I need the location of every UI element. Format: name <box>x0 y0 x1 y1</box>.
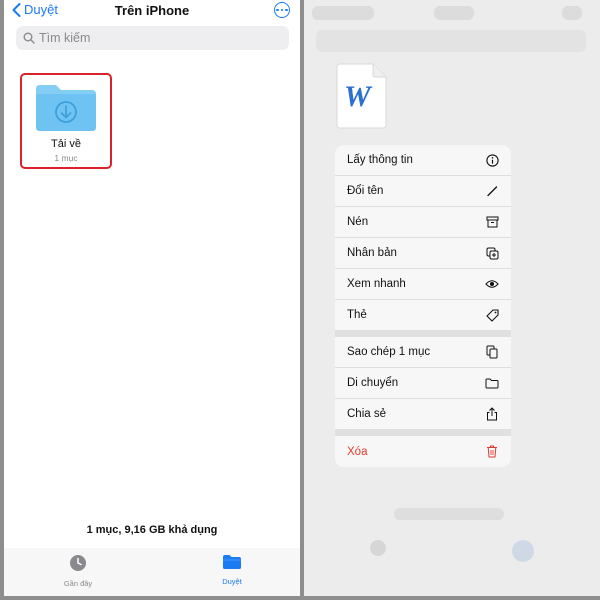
info-icon <box>485 153 499 167</box>
search-bar[interactable] <box>16 26 289 50</box>
search-icon <box>23 32 35 44</box>
menu-item-duplicate[interactable]: Nhân bản <box>335 238 511 269</box>
more-options-button[interactable] <box>274 2 290 18</box>
files-browser-screen: Duyệt Trên iPhone Tải về 1 mục 1 mục, 9,… <box>4 0 300 596</box>
menu-item-delete[interactable]: Xóa <box>335 436 511 467</box>
menu-item-quick-look[interactable]: Xem nhanh <box>335 269 511 300</box>
tab-bar: Gần đây Duyệt <box>4 548 300 596</box>
word-document-icon: W <box>336 63 387 129</box>
menu-item-tags[interactable]: Thẻ <box>335 300 511 331</box>
ellipsis-icon <box>276 8 279 12</box>
folder-downloads[interactable]: Tải về 1 mục <box>20 73 112 169</box>
menu-item-compress[interactable]: Nén <box>335 207 511 238</box>
search-input[interactable] <box>39 31 269 45</box>
copy-icon <box>485 345 499 359</box>
svg-text:W: W <box>344 80 373 113</box>
page-title: Trên iPhone <box>114 3 190 18</box>
tab-browse[interactable]: Duyệt <box>192 554 272 586</box>
menu-item-rename[interactable]: Đổi tên <box>335 176 511 207</box>
context-menu-screen: W Lấy thông tin Đổi tên Nén Nhân bản Xem… <box>304 0 600 596</box>
archive-icon <box>485 215 499 229</box>
folder-name: Tải về <box>51 138 81 150</box>
pencil-icon <box>485 184 499 198</box>
tab-recent[interactable]: Gần đây <box>38 554 118 588</box>
share-icon <box>485 407 499 421</box>
menu-item-move[interactable]: Di chuyển <box>335 368 511 399</box>
folder-icon <box>485 376 499 390</box>
tab-browse-label: Duyệt <box>222 577 242 586</box>
blurred-background <box>312 6 374 20</box>
navigation-bar: Duyệt Trên iPhone <box>4 0 300 22</box>
folder-item-count: 1 mục <box>54 153 78 163</box>
menu-item-share[interactable]: Chia sẻ <box>335 399 511 430</box>
trash-icon <box>485 445 499 459</box>
context-menu: Lấy thông tin Đổi tên Nén Nhân bản Xem n… <box>335 145 511 467</box>
folder-fill-icon <box>223 555 241 569</box>
download-folder-icon <box>36 85 96 131</box>
menu-item-get-info[interactable]: Lấy thông tin <box>335 145 511 176</box>
eye-icon <box>485 277 499 291</box>
menu-item-copy[interactable]: Sao chép 1 mục <box>335 337 511 368</box>
storage-summary: 1 mục, 9,16 GB khả dụng <box>86 524 218 536</box>
screenshot-frame: Duyệt Trên iPhone Tải về 1 mục 1 mục, 9,… <box>0 0 600 600</box>
duplicate-icon <box>485 246 499 260</box>
tag-icon <box>485 308 499 322</box>
tab-recent-label: Gần đây <box>63 579 93 588</box>
clock-icon <box>70 555 86 571</box>
